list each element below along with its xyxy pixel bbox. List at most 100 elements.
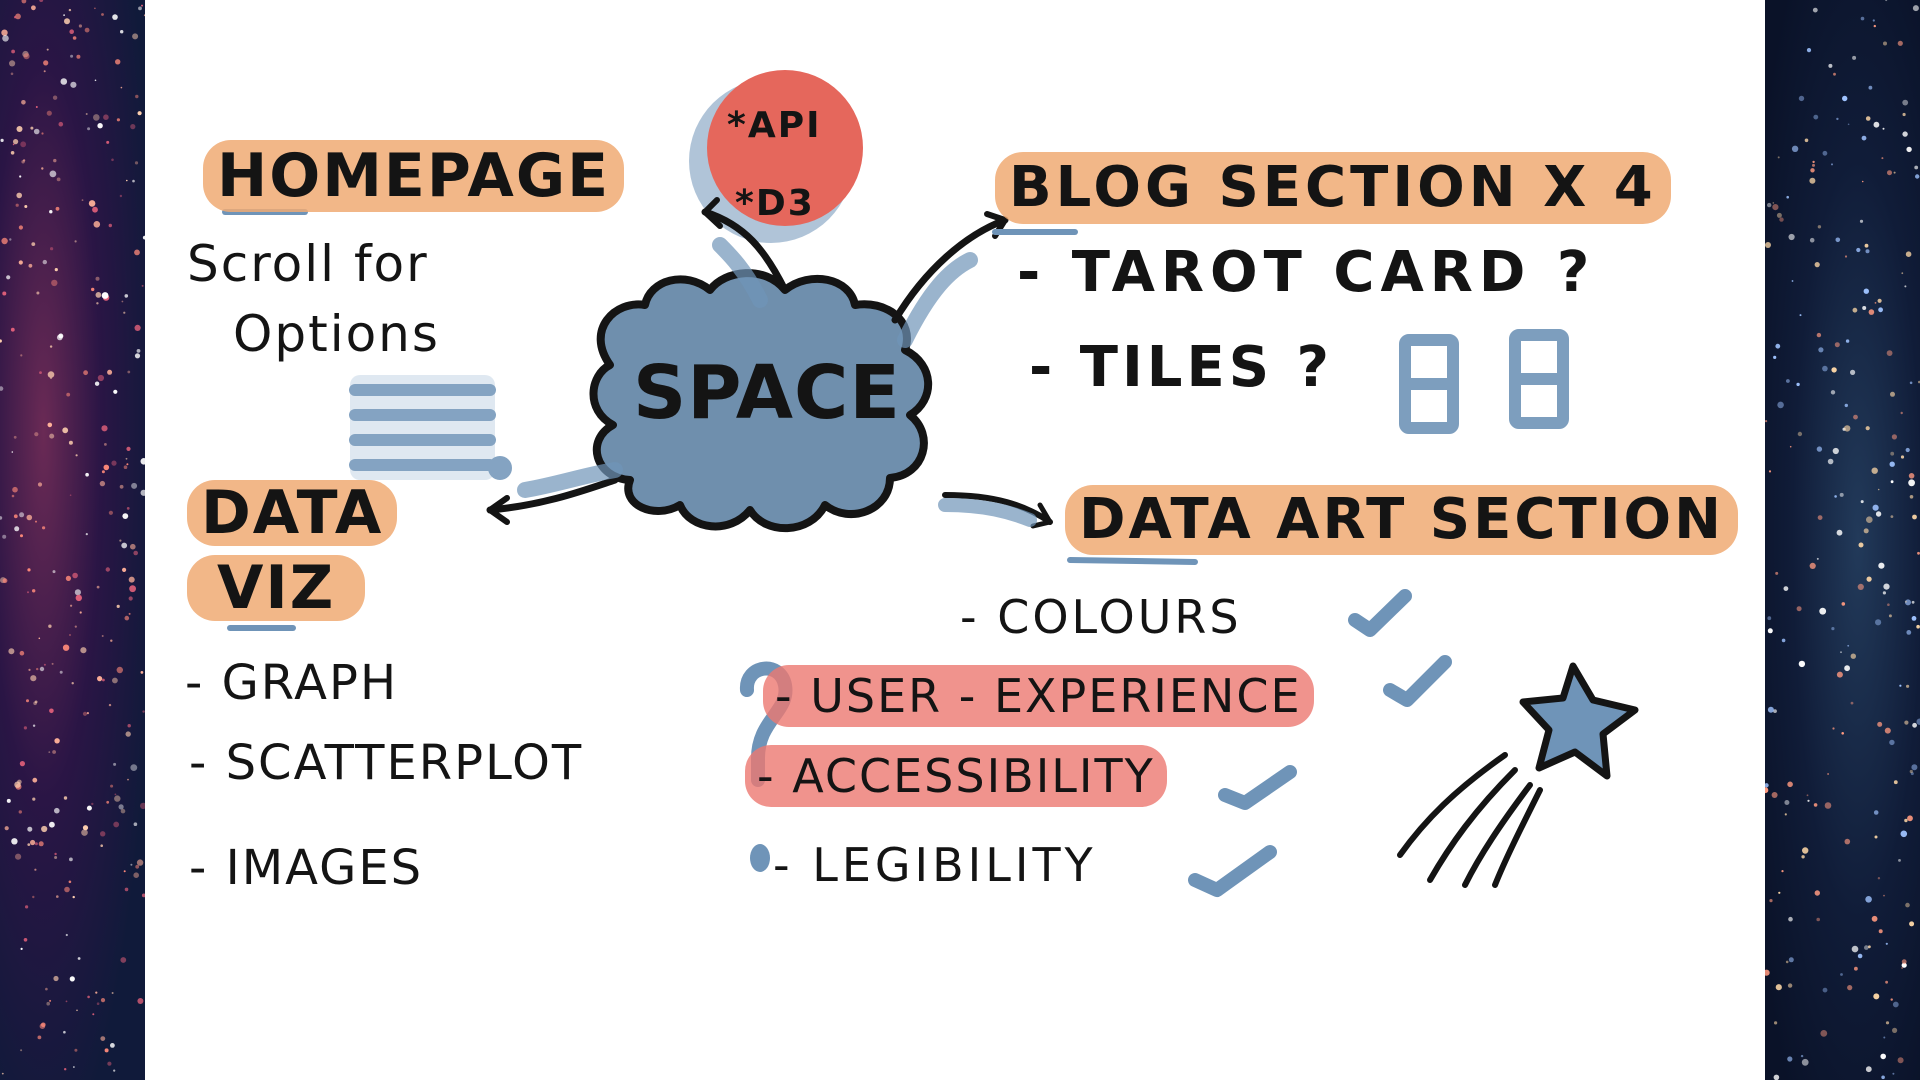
dataviz-title-line1: DATA [187, 480, 398, 546]
star-dot [1765, 420, 1768, 423]
star-dot [138, 6, 142, 11]
star-dot [1832, 447, 1839, 455]
star-dot [1765, 783, 1769, 788]
star-dot [38, 841, 44, 847]
star-dot [133, 822, 138, 826]
star-dot [87, 995, 90, 999]
star-dot [1897, 40, 1903, 46]
star-dot [1801, 1058, 1809, 1066]
star-dot [16, 126, 23, 132]
star-dot [1807, 799, 1810, 802]
star-dot [134, 324, 141, 331]
star-dot [122, 567, 127, 573]
star-dot [70, 81, 77, 88]
star-dot [120, 957, 127, 963]
star-dot [1831, 163, 1833, 166]
star-dot [9, 238, 12, 241]
star-dot [54, 268, 58, 272]
star-dot [1767, 628, 1773, 634]
star-dot [81, 829, 88, 836]
star-dot [130, 764, 138, 771]
star-dot [123, 465, 128, 470]
star-dot [52, 750, 56, 754]
star-dot [1885, 980, 1888, 984]
star-dot [1836, 117, 1839, 121]
star-dot [69, 634, 71, 636]
star-dot [39, 371, 42, 374]
star-dot [1916, 718, 1920, 725]
star-dot [29, 839, 36, 846]
star-dot [1788, 957, 1794, 963]
star-dot [1905, 251, 1912, 257]
star-dot [1832, 727, 1835, 730]
star-dot [110, 784, 114, 788]
star-dot [23, 726, 27, 730]
star-dot [1799, 314, 1802, 317]
star-dot [72, 572, 78, 579]
space-background-left [0, 0, 145, 1080]
star-dot [140, 671, 144, 674]
star-dot [68, 440, 73, 445]
star-dot [1865, 116, 1871, 121]
star-dot [135, 94, 139, 99]
star-dot [1827, 458, 1834, 465]
star-dot [1822, 987, 1828, 993]
star-dot [1852, 55, 1857, 60]
star-dot [1775, 571, 1779, 575]
star-dot [1779, 217, 1784, 222]
star-dot [1847, 123, 1850, 126]
star-dot [0, 138, 4, 142]
star-dot [1905, 447, 1910, 453]
star-icon [1397, 662, 1639, 888]
star-dot [1911, 764, 1918, 771]
star-dot [1781, 638, 1786, 643]
star-dot [1828, 63, 1833, 68]
star-dot [74, 1048, 78, 1052]
star-dot [111, 158, 114, 162]
star-dot [1844, 838, 1851, 845]
star-dot [91, 287, 95, 292]
star-dot [14, 526, 20, 532]
star-dot [1908, 473, 1915, 479]
star-dot [1862, 306, 1867, 310]
star-dot [32, 724, 36, 727]
homepage-title: HOMEPAGE [203, 140, 625, 212]
star-dot [134, 161, 139, 165]
star-dot [1, 1072, 4, 1075]
star-dot [1912, 5, 1919, 12]
star-dot [133, 550, 138, 556]
dataart-title: DATA ART SECTION [1065, 485, 1738, 555]
star-dot [45, 987, 48, 991]
star-dot [25, 905, 29, 909]
star-dot [112, 677, 118, 684]
star-dot [1904, 720, 1909, 725]
arrow-to-dataviz [486, 462, 623, 525]
star-dot [1887, 603, 1890, 606]
star-dot [1812, 163, 1815, 167]
star-dot [1809, 177, 1816, 184]
star-dot [1767, 706, 1774, 713]
star-dot [58, 121, 64, 127]
star-dot [1796, 606, 1802, 612]
star-dot [49, 345, 53, 348]
star-dot [46, 48, 49, 51]
star-dot [121, 542, 128, 549]
star-dot [133, 872, 139, 878]
star-dot [2, 35, 9, 42]
star-dot [43, 70, 46, 73]
star-dot [41, 825, 48, 833]
star-dot [101, 292, 109, 299]
star-dot [53, 158, 57, 163]
star-dot [1902, 99, 1909, 106]
star-dot [20, 1049, 23, 1052]
star-dot [74, 589, 81, 596]
star-dot [1, 237, 8, 245]
star-dot [1816, 446, 1823, 452]
star-dot [1886, 350, 1893, 356]
star-dot [13, 139, 19, 145]
star-dot [13, 514, 18, 519]
star-dot [97, 123, 103, 129]
star-dot [113, 821, 120, 828]
star-dot [1901, 272, 1904, 275]
star-dot [1822, 150, 1828, 156]
